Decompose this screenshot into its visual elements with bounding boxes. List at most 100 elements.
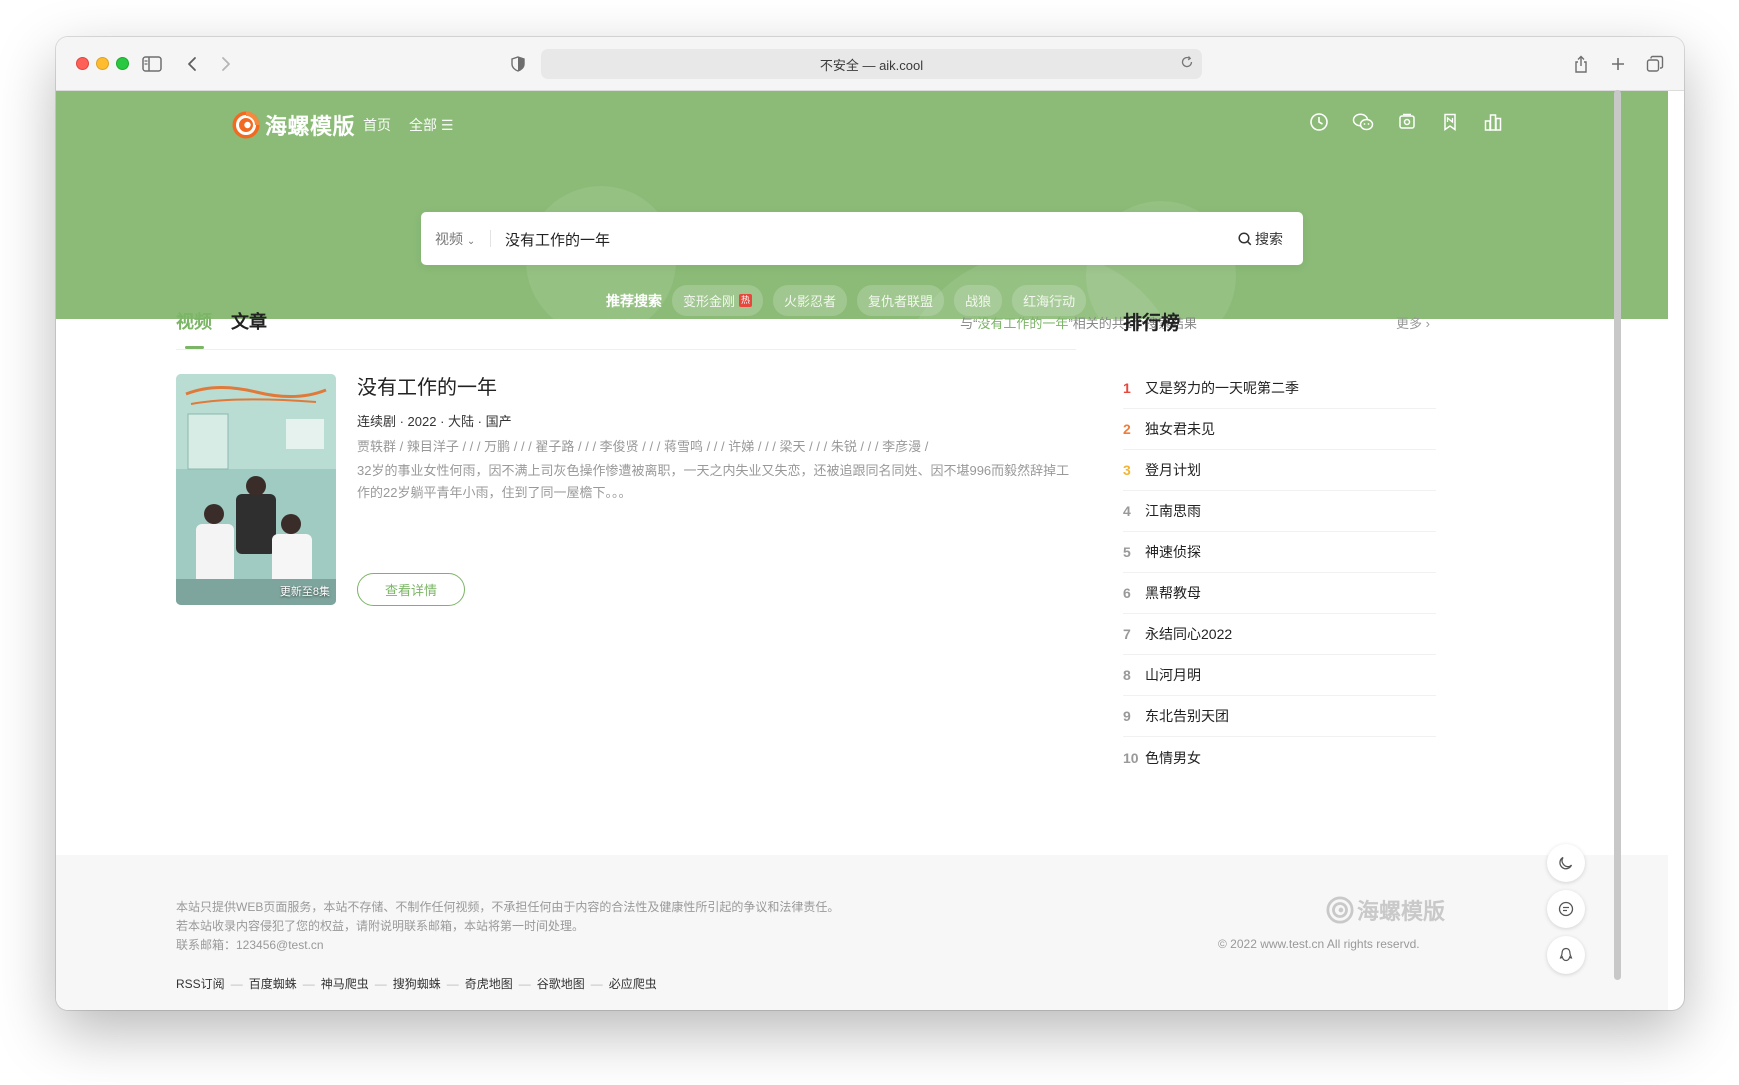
feedback-button[interactable] — [1547, 890, 1585, 928]
search-category-label: 视频 — [435, 231, 463, 247]
ranking-name: 神速侦探 — [1145, 544, 1201, 560]
movie-poster[interactable]: 更新至8集 — [176, 374, 336, 605]
wechat-icon[interactable] — [1352, 112, 1374, 132]
suggest-chip[interactable]: 红海行动 — [1012, 285, 1087, 316]
main-nav: 首页 全部 ☰ — [363, 115, 453, 135]
nav-home[interactable]: 首页 — [363, 115, 391, 135]
footer-link[interactable]: RSS订阅 — [176, 975, 225, 992]
footer-link[interactable]: 必应爬虫 — [609, 975, 657, 992]
hero-banner: 海螺模版 首页 全部 ☰ 视频 ⌄ 没有工作的一年 搜索 推荐搜索 变形金刚 热… — [56, 91, 1668, 319]
ranking-number: 2 — [1123, 421, 1131, 437]
suggest-chip[interactable]: 变形金刚 热 — [672, 285, 764, 316]
search-button[interactable]: 搜索 — [1238, 229, 1283, 249]
ranking-name: 独女君未见 — [1145, 421, 1215, 437]
movie-description: 32岁的事业女性何雨，因不满上司灰色操作惨遭被离职，一天之内失业又失恋，还被追跟… — [357, 463, 1070, 500]
result-count-keyword: 没有工作的一年 — [977, 316, 1069, 331]
ranking-icon[interactable] — [1483, 112, 1503, 132]
ranking-item[interactable]: 8 山河月明 — [1123, 655, 1436, 696]
suggest-label: 推荐搜索 — [606, 292, 662, 309]
ranking-more-link[interactable]: 更多 › — [1396, 313, 1430, 332]
ranking-name: 山河月明 — [1145, 667, 1201, 683]
search-category-select[interactable]: 视频 ⌄ — [435, 229, 475, 249]
logo-icon — [232, 111, 260, 139]
search-button-label: 搜索 — [1255, 231, 1283, 247]
footer-link[interactable]: 谷歌地图 — [537, 975, 585, 992]
ranking-name: 永结同心2022 — [1145, 626, 1233, 642]
footer-logo: 海螺模版 — [1326, 894, 1445, 926]
suggest-chip[interactable]: 战狼 — [954, 285, 1003, 316]
movie-cast: 贾轶群 / 辣目洋子 / / / 万鹏 / / / 翟子路 / / / 李俊贤 … — [357, 439, 929, 454]
minimize-window-button[interactable] — [96, 57, 109, 70]
privacy-shield-icon[interactable] — [505, 51, 531, 77]
moon-icon — [1559, 856, 1573, 870]
ranking-number: 7 — [1123, 626, 1131, 642]
ranking-item[interactable]: 7 永结同心2022 — [1123, 614, 1436, 655]
ranking-item[interactable]: 1 又是努力的一天呢第二季 — [1123, 368, 1436, 409]
link-separator: — — [302, 976, 315, 991]
footer-line: 若本站收录内容侵犯了您的权益，请附说明联系邮箱，本站将第一时间处理。 — [176, 919, 585, 933]
ranking-item[interactable]: 2 独女君未见 — [1123, 409, 1436, 450]
footer-link[interactable]: 神马爬虫 — [321, 975, 369, 992]
ranking-item[interactable]: 5 神速侦探 — [1123, 532, 1436, 573]
copyright: © 2022 www.test.cn All rights reservd. — [1218, 937, 1420, 951]
history-icon[interactable] — [1309, 112, 1329, 132]
tab-article[interactable]: 文章 — [231, 308, 267, 334]
ranking-item[interactable]: 3 登月计划 — [1123, 450, 1436, 491]
close-window-button[interactable] — [76, 57, 89, 70]
ranking-number: 1 — [1123, 380, 1131, 396]
ranking-item[interactable]: 10 色情男女 — [1123, 737, 1436, 778]
hot-badge: 热 — [739, 294, 753, 307]
site-logo[interactable]: 海螺模版 — [231, 109, 355, 141]
poster-episode-badge: 更新至8集 — [279, 586, 330, 598]
screen-icon[interactable] — [1397, 112, 1417, 132]
ranking-item[interactable]: 6 黑帮教母 — [1123, 573, 1436, 614]
footer-link[interactable]: 百度蜘蛛 — [249, 975, 297, 992]
footer-link[interactable]: 奇虎地图 — [465, 975, 513, 992]
reload-icon[interactable] — [1180, 55, 1194, 72]
footer-line: 联系邮箱：123456@test.cn — [176, 938, 324, 952]
ranking-name: 黑帮教母 — [1145, 585, 1201, 601]
footer-links: RSS订阅 — 百度蜘蛛 — 神马爬虫 — 搜狗蜘蛛 — 奇虎地图 — 谷歌地图 — 必应爬… — [176, 975, 657, 992]
suggest-chip[interactable]: 复仇者联盟 — [857, 285, 945, 316]
ranking-item[interactable]: 9 东北告别天团 — [1123, 696, 1436, 737]
ranking-list: 1 又是努力的一天呢第二季 2 独女君未见 3 登月计划 4 江南思雨 5 神速侦探 6 黑帮教母 7 永… — [1123, 368, 1436, 778]
tab-video[interactable]: 视频 — [176, 308, 212, 334]
bookmark-icon[interactable] — [1440, 112, 1460, 132]
footer-link[interactable]: 搜狗蜘蛛 — [393, 975, 441, 992]
link-separator: — — [230, 976, 243, 991]
ranking-number: 9 — [1123, 708, 1131, 724]
ranking-title: 排行榜 — [1123, 313, 1181, 334]
ranking-number: 3 — [1123, 462, 1131, 478]
ranking-name: 东北告别天团 — [1145, 708, 1229, 724]
ranking-number: 8 — [1123, 667, 1131, 683]
new-tab-icon[interactable] — [1605, 51, 1631, 77]
address-text: 不安全 — aik.cool — [819, 57, 924, 73]
search-divider — [490, 230, 491, 247]
search-input[interactable] — [503, 224, 1207, 254]
page-scrollbar[interactable] — [1614, 90, 1621, 980]
nav-all[interactable]: 全部 ☰ — [409, 115, 453, 135]
dark-mode-button[interactable] — [1547, 844, 1585, 882]
zoom-window-button[interactable] — [116, 57, 129, 70]
logo-text: 海螺模版 — [265, 114, 356, 139]
back-icon[interactable] — [179, 51, 205, 77]
suggest-chip[interactable]: 火影忍者 — [773, 285, 848, 316]
ranking-name: 登月计划 — [1145, 462, 1201, 478]
result-count-prefix: 与“ — [960, 316, 978, 331]
view-details-button[interactable]: 查看详情 — [357, 573, 465, 606]
share-icon[interactable] — [1568, 51, 1594, 77]
footer-logo-icon — [1326, 896, 1354, 924]
ranking-name: 江南思雨 — [1145, 503, 1201, 519]
link-separator: — — [446, 976, 459, 991]
forward-icon[interactable] — [213, 51, 239, 77]
movie-title[interactable]: 没有工作的一年 — [357, 371, 497, 400]
suggested-searches: 推荐搜索 变形金刚 热 火影忍者 复仇者联盟 战狼 红海行动 — [606, 285, 1087, 316]
ranking-item[interactable]: 4 江南思雨 — [1123, 491, 1436, 532]
link-separator: — — [590, 976, 603, 991]
tab-overview-icon[interactable] — [1642, 51, 1668, 77]
qq-button[interactable] — [1547, 936, 1585, 974]
search-box: 视频 ⌄ 搜索 — [421, 212, 1303, 265]
sidebar-toggle-icon[interactable] — [139, 51, 165, 77]
ranking-number: 10 — [1123, 749, 1139, 766]
address-bar[interactable]: 不安全 — aik.cool — [541, 49, 1202, 79]
